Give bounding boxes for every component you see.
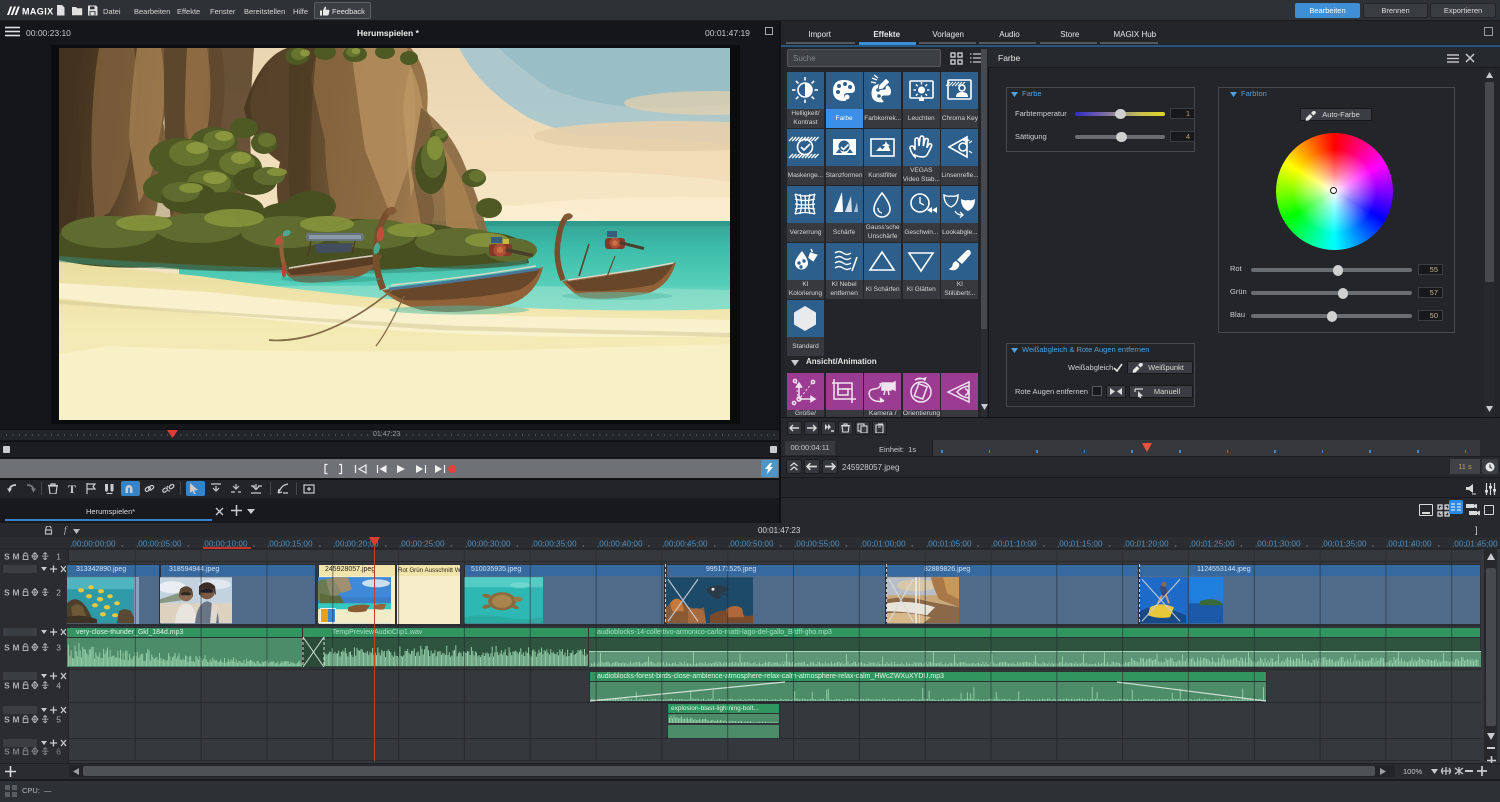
svg-text:,00:00:45;00: ,00:00:45;00 <box>662 540 708 549</box>
svg-text:,00:00:30;00: ,00:00:30;00 <box>465 540 511 549</box>
svg-text:,00:01:10;00: ,00:01:10;00 <box>991 540 1037 549</box>
svg-text:,00:01:05;00: ,00:01:05;00 <box>926 540 972 549</box>
svg-text:,00:00:40;00: ,00:00:40;00 <box>597 540 643 549</box>
svg-text:,00:01:30;00: ,00:01:30;00 <box>1255 540 1301 549</box>
svg-text:,00:00:05;00: ,00:00:05;00 <box>136 540 182 549</box>
svg-text:,00:00:25;00: ,00:00:25;00 <box>399 540 445 549</box>
svg-text:,00:00:00;00: ,00:00:00;00 <box>70 540 116 549</box>
svg-text:S: S <box>4 552 10 560</box>
svg-text:,00:00:15;00: ,00:00:15;00 <box>267 540 313 549</box>
svg-text:S: S <box>4 747 10 755</box>
svg-text:,00:00:55;00: ,00:00:55;00 <box>794 540 840 549</box>
svg-text:M: M <box>12 747 19 755</box>
svg-text:MAGIX: MAGIX <box>22 7 54 16</box>
svg-text:,00:01:45;00: ,00:01:45;00 <box>1452 540 1498 549</box>
svg-text:M: M <box>12 552 19 560</box>
svg-text:2: 2 <box>56 588 61 596</box>
svg-text:,00:01:25;00: ,00:01:25;00 <box>1189 540 1235 549</box>
svg-text:,00:01:35;00: ,00:01:35;00 <box>1321 540 1367 549</box>
svg-text:S: S <box>4 588 10 596</box>
svg-text:,00:01:40;00: ,00:01:40;00 <box>1386 540 1432 549</box>
svg-text:,00:01:15;00: ,00:01:15;00 <box>1057 540 1103 549</box>
svg-text:,00:01:00;00: ,00:01:00;00 <box>860 540 906 549</box>
svg-text:,00:01:20;00: ,00:01:20;00 <box>1123 540 1169 549</box>
svg-text:T: T <box>68 483 76 494</box>
svg-text:,00:00:35;00: ,00:00:35;00 <box>531 540 577 549</box>
svg-text:1: 1 <box>56 552 61 560</box>
svg-text:6: 6 <box>56 747 61 755</box>
svg-text:M: M <box>12 588 19 596</box>
svg-text:,00:00:50;00: ,00:00:50;00 <box>728 540 774 549</box>
